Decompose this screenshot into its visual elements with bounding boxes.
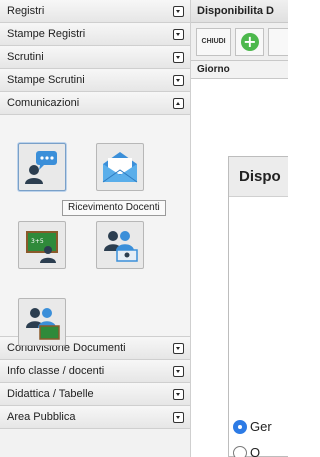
section-label: Area Pubblica bbox=[7, 411, 76, 423]
section-label: Scrutini bbox=[7, 51, 44, 63]
expand-icon[interactable] bbox=[173, 342, 184, 354]
panel-title: Disponibilita D bbox=[191, 0, 288, 23]
radio-unselected-icon[interactable] bbox=[233, 445, 247, 457]
radio-option-generale[interactable]: Ger bbox=[233, 419, 272, 434]
plus-icon: + bbox=[240, 32, 259, 51]
section-label: Info classe / docenti bbox=[7, 365, 105, 377]
close-button[interactable]: CHIUDI bbox=[196, 27, 232, 56]
envelope-icon bbox=[102, 152, 138, 183]
add-button[interactable]: + bbox=[235, 27, 265, 56]
expand-icon[interactable] bbox=[173, 365, 184, 377]
expand-icon[interactable] bbox=[173, 5, 184, 17]
group-desk-icon bbox=[104, 231, 138, 262]
radio-selected-icon[interactable] bbox=[233, 419, 247, 434]
radio-label: O bbox=[250, 445, 261, 457]
section-label: Stampe Registri bbox=[7, 28, 86, 40]
section-stampe-scrutini[interactable]: Stampe Scrutini bbox=[0, 69, 190, 92]
section-stampe-registri[interactable]: Stampe Registri bbox=[0, 23, 190, 46]
section-info-classe-docenti[interactable]: Info classe / docenti bbox=[0, 360, 190, 383]
toolbar-button-partial[interactable] bbox=[268, 27, 288, 56]
tile-colloqui[interactable]: 3+5 bbox=[18, 221, 66, 269]
expand-icon[interactable] bbox=[173, 51, 184, 63]
radio-label: Ger bbox=[250, 419, 272, 434]
group-chalkboard-icon bbox=[26, 308, 60, 340]
section-label: Stampe Scrutini bbox=[7, 74, 85, 86]
tooltip: Ricevimento Docenti bbox=[62, 200, 166, 216]
tile-consigli[interactable] bbox=[18, 298, 66, 346]
radio-option-2[interactable]: O bbox=[233, 445, 260, 457]
column-header-giorno[interactable]: Giorno bbox=[191, 61, 288, 79]
section-scrutini[interactable]: Scrutini bbox=[0, 46, 190, 69]
section-label: Registri bbox=[7, 5, 45, 17]
collapse-icon[interactable] bbox=[173, 97, 184, 109]
teacher-blackboard-icon: 3+5 bbox=[26, 231, 58, 263]
expand-icon[interactable] bbox=[173, 28, 184, 40]
svg-text:3+5: 3+5 bbox=[31, 238, 44, 245]
section-area-pubblica[interactable]: Area Pubblica bbox=[0, 406, 190, 429]
section-didattica-tabelle[interactable]: Didattica / Tabelle bbox=[0, 383, 190, 406]
sidebar-accordion: Registri Stampe Registri Scrutini Stampe… bbox=[0, 0, 191, 457]
dialog-title: Dispo bbox=[229, 157, 288, 197]
section-label: Comunicazioni bbox=[7, 97, 80, 109]
expand-icon[interactable] bbox=[173, 74, 184, 86]
tile-ricevimento-docenti[interactable] bbox=[18, 143, 66, 191]
section-label: Didattica / Tabelle bbox=[7, 388, 94, 400]
section-comunicazioni[interactable]: Comunicazioni bbox=[0, 92, 190, 115]
expand-icon[interactable] bbox=[173, 411, 184, 423]
availability-dialog: Dispo Ger O bbox=[228, 156, 288, 457]
comunicazioni-panel: 3+5 bbox=[0, 115, 190, 346]
toolbar: CHIUDI + bbox=[191, 23, 288, 61]
chat-user-icon bbox=[25, 151, 57, 184]
expand-icon[interactable] bbox=[173, 388, 184, 400]
tile-riunioni[interactable] bbox=[96, 221, 144, 269]
tile-messaggi[interactable] bbox=[96, 143, 144, 191]
section-registri[interactable]: Registri bbox=[0, 0, 190, 23]
main-panel: Disponibilita D CHIUDI + Giorno Dispo Ge… bbox=[191, 0, 288, 457]
